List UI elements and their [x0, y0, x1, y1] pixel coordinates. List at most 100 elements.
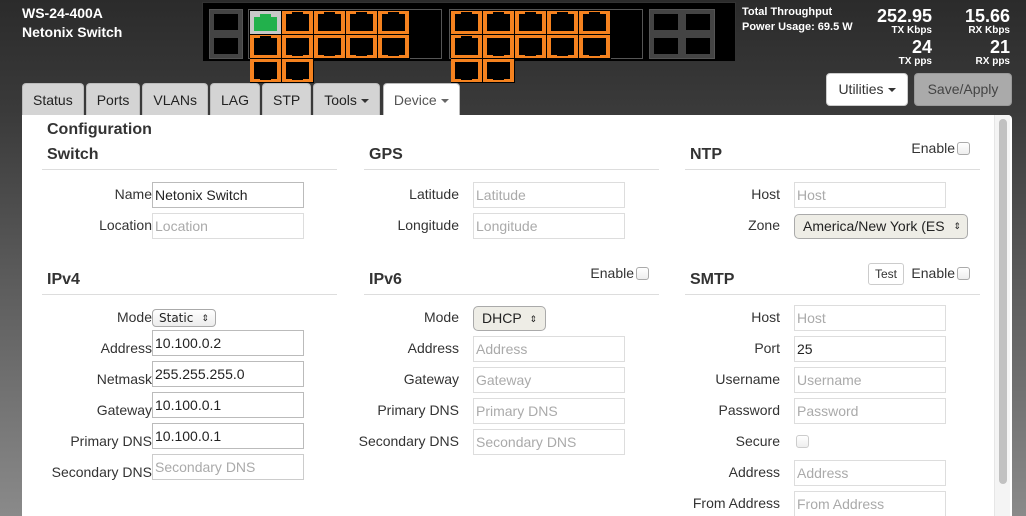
field-label: Address: [407, 340, 459, 356]
sfp-port[interactable]: [650, 10, 682, 34]
tx-pps-block: 24 TX pps: [862, 38, 932, 67]
smtp-secure-checkbox[interactable]: [796, 435, 809, 448]
rj45-port-7[interactable]: [346, 11, 378, 35]
port-notch: [388, 12, 399, 15]
smtp-address-input[interactable]: Address: [794, 460, 946, 486]
ipv6-secondary-dns-input[interactable]: Secondary DNS: [473, 429, 625, 455]
rj45-port-3[interactable]: [282, 11, 314, 35]
smtp-password-input[interactable]: Password: [794, 398, 946, 424]
ntp-host-input[interactable]: Host: [794, 182, 946, 208]
port-socket: [382, 14, 405, 31]
rj45-port-22[interactable]: [451, 59, 483, 83]
ntp-enable-checkbox[interactable]: [957, 141, 970, 155]
rj45-port-16[interactable]: [515, 35, 547, 59]
rj45-port-6[interactable]: [346, 35, 378, 59]
smtp-test-button[interactable]: Test: [867, 263, 904, 285]
ipv4-address-input[interactable]: 10.100.0.2: [152, 330, 304, 356]
port-notch: [356, 12, 367, 15]
main-tabs: Status Ports VLANs LAG STP Tools Device: [22, 83, 460, 116]
sfp-port[interactable]: [682, 34, 714, 58]
rj45-port-18[interactable]: [547, 35, 579, 59]
port-socket: [583, 14, 606, 31]
form-row: Longitude Longitude: [364, 211, 659, 242]
tab-stp[interactable]: STP: [261, 83, 312, 115]
sfp-port[interactable]: [210, 34, 242, 58]
tab-tools[interactable]: Tools: [313, 83, 380, 115]
form-row: Host Host: [685, 303, 980, 334]
rx-pps-label: RX pps: [975, 56, 1010, 67]
ipv6-primary-dns-input[interactable]: Primary DNS: [473, 398, 625, 424]
switch-name-input[interactable]: Netonix Switch: [152, 182, 304, 208]
ipv4-section: IPv4 Mode Static ⇕ Address 10.100.0.2 Net…: [42, 265, 337, 489]
field-label: Secure: [735, 433, 780, 449]
ipv4-netmask-input[interactable]: 255.255.255.0: [152, 361, 304, 387]
rj45-port-15[interactable]: [483, 11, 515, 35]
ipv4-gateway-input[interactable]: 10.100.0.1: [152, 392, 304, 418]
tab-lag[interactable]: LAG: [209, 83, 260, 115]
ipv4-secondary-dns-input[interactable]: Secondary DNS: [152, 454, 304, 480]
rj45-port-21[interactable]: [579, 11, 611, 35]
page-title: Configuration: [47, 121, 152, 138]
rj45-port-4[interactable]: [314, 35, 346, 59]
utilities-button[interactable]: Utilities: [826, 73, 908, 106]
tab-device[interactable]: Device: [382, 83, 460, 116]
port-socket: [254, 38, 277, 55]
field-label: Location: [99, 217, 152, 233]
ipv6-address-input[interactable]: Address: [473, 336, 625, 362]
sfp-port[interactable]: [650, 34, 682, 58]
ipv6-gateway-input[interactable]: Gateway: [473, 367, 625, 393]
save-apply-button[interactable]: Save/Apply: [914, 73, 1012, 106]
smtp-enable-checkbox[interactable]: [957, 266, 970, 280]
rj45-port-8[interactable]: [378, 35, 410, 59]
left-sfp-group: [209, 9, 243, 59]
rj45-port-9[interactable]: [378, 11, 410, 35]
rj45-port-19[interactable]: [547, 11, 579, 35]
rj45-port-23[interactable]: [451, 35, 483, 59]
ipv4-mode-select[interactable]: Static ⇕: [152, 309, 216, 327]
rj45-port-11[interactable]: [250, 35, 282, 59]
rj45-port-24[interactable]: [483, 59, 515, 83]
rj45-port-20[interactable]: [579, 35, 611, 59]
ipv6-mode-select[interactable]: DHCP ⇕: [473, 306, 547, 331]
latitude-input[interactable]: Latitude: [473, 182, 625, 208]
tab-vlans[interactable]: VLANs: [142, 83, 208, 115]
rj45-port-13[interactable]: [451, 11, 483, 35]
caret-down-icon: [440, 99, 449, 104]
longitude-input[interactable]: Longitude: [473, 213, 625, 239]
rj45-port-5[interactable]: [314, 11, 346, 35]
caret-down-icon: [360, 99, 369, 104]
form-row: Secure: [685, 427, 980, 458]
rj45-port-2[interactable]: [282, 35, 314, 59]
scrollbar-thumb[interactable]: [999, 119, 1007, 484]
tab-ports[interactable]: Ports: [85, 83, 141, 115]
utilities-label: Utilities: [838, 81, 884, 97]
vertical-scrollbar[interactable]: [994, 115, 1010, 516]
smtp-host-input[interactable]: Host: [794, 305, 946, 331]
switch-location-input[interactable]: Location: [152, 213, 304, 239]
rj45-port-14[interactable]: [483, 35, 515, 59]
rj45-port-10[interactable]: [250, 59, 282, 83]
section-title: NTP: [690, 146, 722, 163]
rj45-port-1[interactable]: [250, 11, 282, 35]
port-notch: [292, 12, 303, 15]
select-value: DHCP: [482, 310, 522, 326]
sfp-port[interactable]: [682, 10, 714, 34]
smtp-username-input[interactable]: Username: [794, 367, 946, 393]
ntp-zone-select[interactable]: America/New York (ES ⇕: [794, 214, 968, 239]
rj45-port-17[interactable]: [515, 11, 547, 35]
form-row: Gateway Gateway: [364, 365, 659, 396]
port-socket: [318, 14, 341, 31]
smtp-enable: Enable: [911, 265, 970, 281]
rj45-port-12[interactable]: [282, 59, 314, 83]
ipv6-enable-checkbox[interactable]: [636, 266, 649, 280]
field-label: Address: [728, 464, 780, 480]
form-row: Port 25: [685, 334, 980, 365]
smtp-from-address-input[interactable]: From Address: [794, 491, 946, 516]
port-notch: [493, 53, 504, 56]
smtp-port-input[interactable]: 25: [794, 336, 946, 362]
sfp-port[interactable]: [210, 10, 242, 34]
tab-status[interactable]: Status: [22, 83, 84, 115]
port-notch: [292, 53, 303, 56]
port-notch: [260, 14, 271, 17]
ipv4-primary-dns-input[interactable]: 10.100.0.1: [152, 423, 304, 449]
